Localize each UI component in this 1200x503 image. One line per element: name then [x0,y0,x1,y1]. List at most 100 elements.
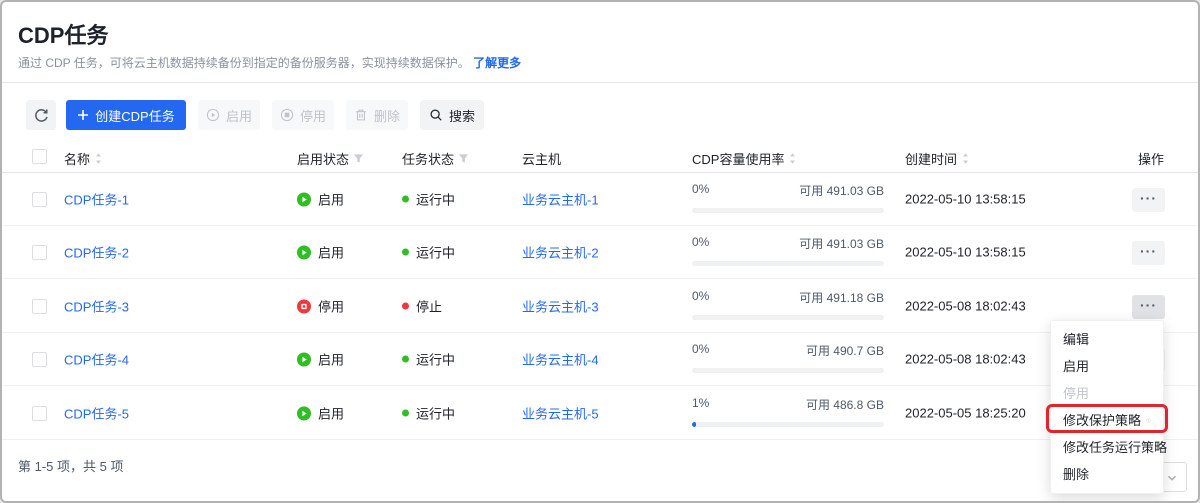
delete-button[interactable]: 删除 [346,100,408,130]
usage-progress-bar [692,261,884,266]
usage-available: 可用 490.7 GB [806,342,884,359]
row-actions-menu: 编辑 启用 停用 修改保护策略 修改任务运行策略 删除 [1050,320,1164,494]
enable-status-cell: 启用 [297,404,344,423]
task-status-cell: 停止 [402,297,442,316]
column-header-actions: 操作 [1138,149,1164,168]
menu-item-enable[interactable]: 启用 [1051,353,1163,380]
menu-item-modify-run-policy[interactable]: 修改任务运行策略 [1051,434,1163,461]
usage-available: 可用 491.03 GB [799,182,884,199]
menu-item-edit[interactable]: 编辑 [1051,326,1163,353]
task-status-cell: 运行中 [402,190,455,209]
row-more-actions-button[interactable]: ··· [1132,188,1165,212]
menu-item-modify-protection-policy[interactable]: 修改保护策略 [1051,407,1163,434]
task-name-link[interactable]: CDP任务-4 [64,350,129,369]
page-description: 通过 CDP 任务，可将云主机数据持续备份到指定的备份服务器，实现持续数据保护。… [18,54,521,71]
search-button[interactable]: 搜索 [420,100,484,130]
table-row: CDP任务-4 启用 运行中 业务云主机-4 0% 可用 490.7 GB 20… [2,333,1198,386]
chevron-down-icon [1166,472,1178,484]
enable-status-cell: 停用 [297,297,344,316]
header-divider [2,82,1198,83]
disable-button[interactable]: 停用 [272,100,334,130]
select-all-checkbox[interactable] [32,149,47,164]
filter-icon[interactable] [458,153,469,164]
row-checkbox[interactable] [32,352,47,367]
column-header-usage[interactable]: CDP容量使用率 [692,149,797,168]
enable-status-cell: 启用 [297,350,344,369]
usage-cell: 0% 可用 491.03 GB [692,182,884,213]
host-link[interactable]: 业务云主机-1 [522,190,599,209]
menu-item-delete[interactable]: 删除 [1051,461,1163,488]
column-header-enable-status[interactable]: 启用状态 [297,149,364,168]
usage-cell: 1% 可用 486.8 GB [692,396,884,427]
refresh-button[interactable] [26,100,56,130]
table-header: 名称 启用状态 任务状态 云主机 CDP容量使用率 创建时间 操作 [2,141,1198,173]
page-title: CDP任务 [18,18,108,50]
enabled-status-icon [297,192,311,206]
usage-cell: 0% 可用 490.7 GB [692,342,884,373]
menu-item-disable[interactable]: 停用 [1051,380,1163,407]
description-text: 通过 CDP 任务，可将云主机数据持续备份到指定的备份服务器，实现持续数据保护。 [18,56,470,70]
row-more-actions-button-open[interactable]: ··· [1132,295,1165,319]
learn-more-link[interactable]: 了解更多 [473,56,521,70]
usage-cell: 0% 可用 491.18 GB [692,289,884,320]
enabled-status-icon [297,406,311,420]
host-link[interactable]: 业务云主机-5 [522,404,599,423]
usage-progress-bar [692,315,884,320]
task-name-link[interactable]: CDP任务-2 [64,243,129,262]
table-row: CDP任务-5 启用 运行中 业务云主机-5 1% 可用 486.8 GB 20… [2,387,1198,440]
enabled-status-icon [297,352,311,366]
usage-available: 可用 486.8 GB [806,396,884,413]
filter-icon[interactable] [353,153,364,164]
sort-icon[interactable] [94,152,103,165]
disabled-status-icon [297,299,311,313]
row-checkbox[interactable] [32,192,47,207]
column-header-name[interactable]: 名称 [64,149,103,168]
usage-percent: 0% [692,182,709,199]
usage-percent: 0% [692,342,709,359]
enable-button[interactable]: 启用 [198,100,260,130]
running-status-dot [402,249,409,256]
running-status-dot [402,410,409,417]
table-row: CDP任务-2 启用 运行中 业务云主机-2 0% 可用 491.03 GB 2… [2,226,1198,279]
usage-percent: 0% [692,289,709,306]
search-icon [429,108,443,122]
row-checkbox[interactable] [32,245,47,260]
enable-status-cell: 启用 [297,243,344,262]
row-checkbox[interactable] [32,406,47,421]
task-status-cell: 运行中 [402,404,455,423]
info-icon [1146,414,1151,427]
running-status-dot [402,356,409,363]
created-time: 2022-05-10 13:58:15 [905,245,1026,260]
host-link[interactable]: 业务云主机-2 [522,243,599,262]
table-row: CDP任务-1 启用 运行中 业务云主机-1 0% 可用 491.03 GB 2… [2,173,1198,226]
usage-percent: 1% [692,396,709,413]
stop-circle-icon [280,108,294,122]
enable-status-cell: 启用 [297,190,344,209]
plus-icon [77,109,89,121]
row-more-actions-button[interactable]: ··· [1132,241,1165,265]
host-link[interactable]: 业务云主机-4 [522,350,599,369]
table-row: CDP任务-3 停用 停止 业务云主机-3 0% 可用 491.18 GB 20… [2,280,1198,333]
created-time: 2022-05-08 18:02:43 [905,299,1026,314]
row-checkbox[interactable] [32,299,47,314]
task-name-link[interactable]: CDP任务-5 [64,404,129,423]
running-status-dot [402,196,409,203]
stopped-status-dot [402,303,409,310]
task-name-link[interactable]: CDP任务-1 [64,190,129,209]
usage-progress-bar [692,422,884,427]
column-header-created[interactable]: 创建时间 [905,149,970,168]
created-time: 2022-05-05 18:25:20 [905,406,1026,421]
created-time: 2022-05-08 18:02:43 [905,352,1026,367]
create-cdp-task-button[interactable]: 创建CDP任务 [66,100,186,130]
trash-icon [354,108,368,122]
enabled-status-icon [297,245,311,259]
usage-available: 可用 491.03 GB [799,235,884,252]
sort-icon[interactable] [788,152,797,165]
sort-icon[interactable] [961,152,970,165]
refresh-icon [34,108,49,123]
column-header-task-status[interactable]: 任务状态 [402,149,469,168]
host-link[interactable]: 业务云主机-3 [522,297,599,316]
cdp-task-page: CDP任务 通过 CDP 任务，可将云主机数据持续备份到指定的备份服务器，实现持… [0,0,1200,503]
play-circle-icon [206,108,220,122]
task-name-link[interactable]: CDP任务-3 [64,297,129,316]
